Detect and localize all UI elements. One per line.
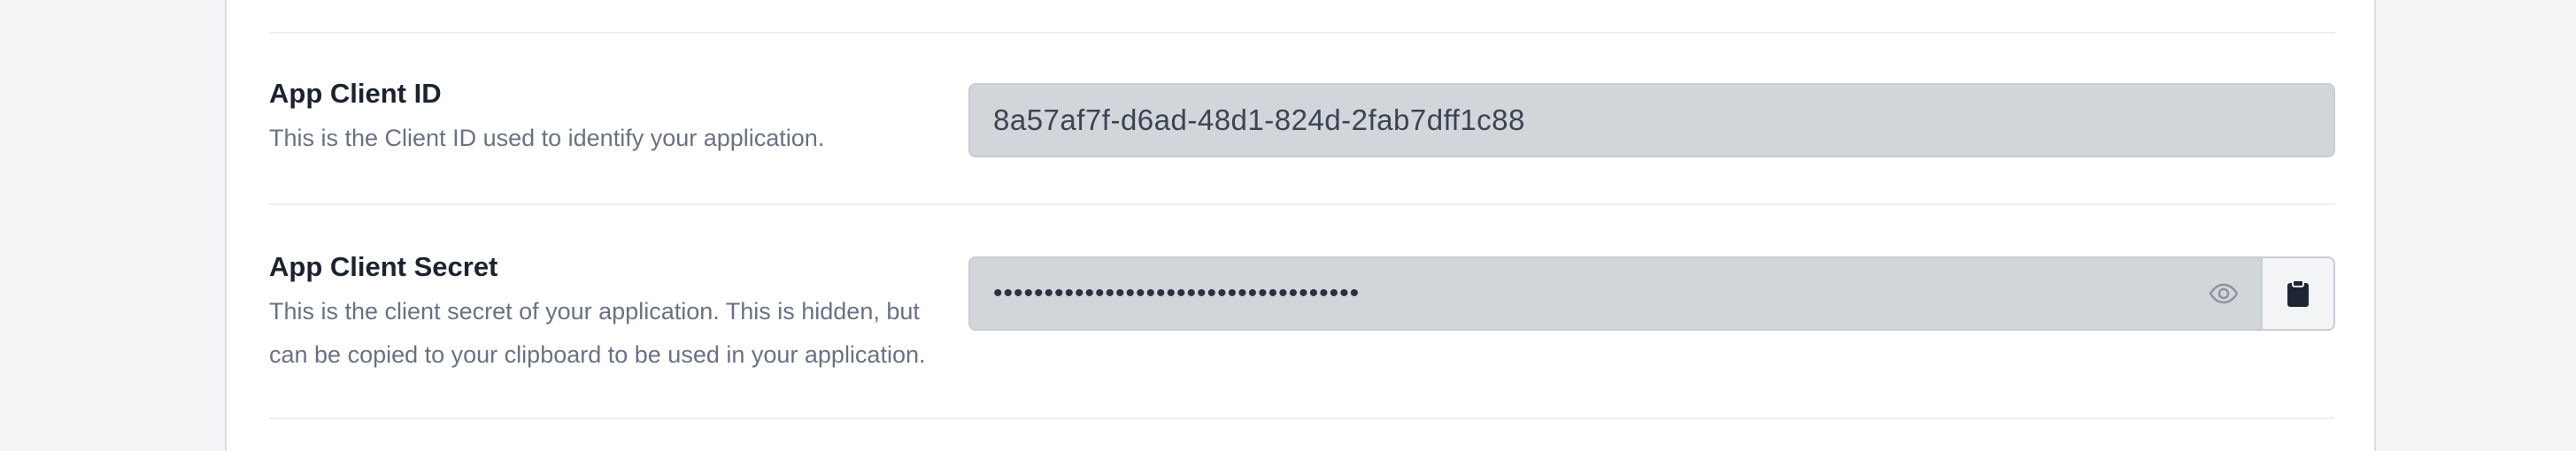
app-client-id-value[interactable]: 8a57af7f-d6ad-48d1-824d-2fab7dff1c88: [970, 103, 2333, 137]
app-client-id-field[interactable]: 8a57af7f-d6ad-48d1-824d-2fab7dff1c88: [968, 83, 2335, 157]
app-client-secret-label-group: App Client Secret This is the client sec…: [269, 249, 968, 377]
app-client-secret-description: This is the client secret of your applic…: [269, 290, 968, 377]
app-client-id-row: App Client ID This is the Client ID used…: [269, 76, 2335, 173]
reveal-secret-button[interactable]: [2187, 258, 2261, 329]
eye-icon[interactable]: [2209, 283, 2239, 304]
app-client-id-description: This is the Client ID used to identify y…: [269, 125, 825, 151]
divider: [269, 32, 2335, 34]
copy-secret-button[interactable]: [2261, 258, 2333, 329]
settings-card: App Client ID This is the Client ID used…: [225, 0, 2376, 451]
app-client-id-title: App Client ID: [269, 78, 442, 109]
app-client-secret-masked-value[interactable]: ••••••••••••••••••••••••••••••••••••: [970, 279, 2187, 309]
app-client-secret-title: App Client Secret: [269, 251, 498, 282]
app-client-secret-row: App Client Secret This is the client sec…: [269, 249, 2335, 391]
divider: [269, 417, 2335, 419]
clipboard-icon[interactable]: [2287, 279, 2310, 308]
divider: [269, 203, 2335, 205]
app-client-secret-field[interactable]: ••••••••••••••••••••••••••••••••••••: [968, 256, 2335, 331]
app-client-id-label-group: App Client ID This is the Client ID used…: [269, 76, 968, 160]
app-client-secret-description-line1: This is the client secret of your applic…: [269, 298, 920, 325]
app-client-secret-description-line2: can be copied to your clipboard to be us…: [269, 341, 926, 368]
